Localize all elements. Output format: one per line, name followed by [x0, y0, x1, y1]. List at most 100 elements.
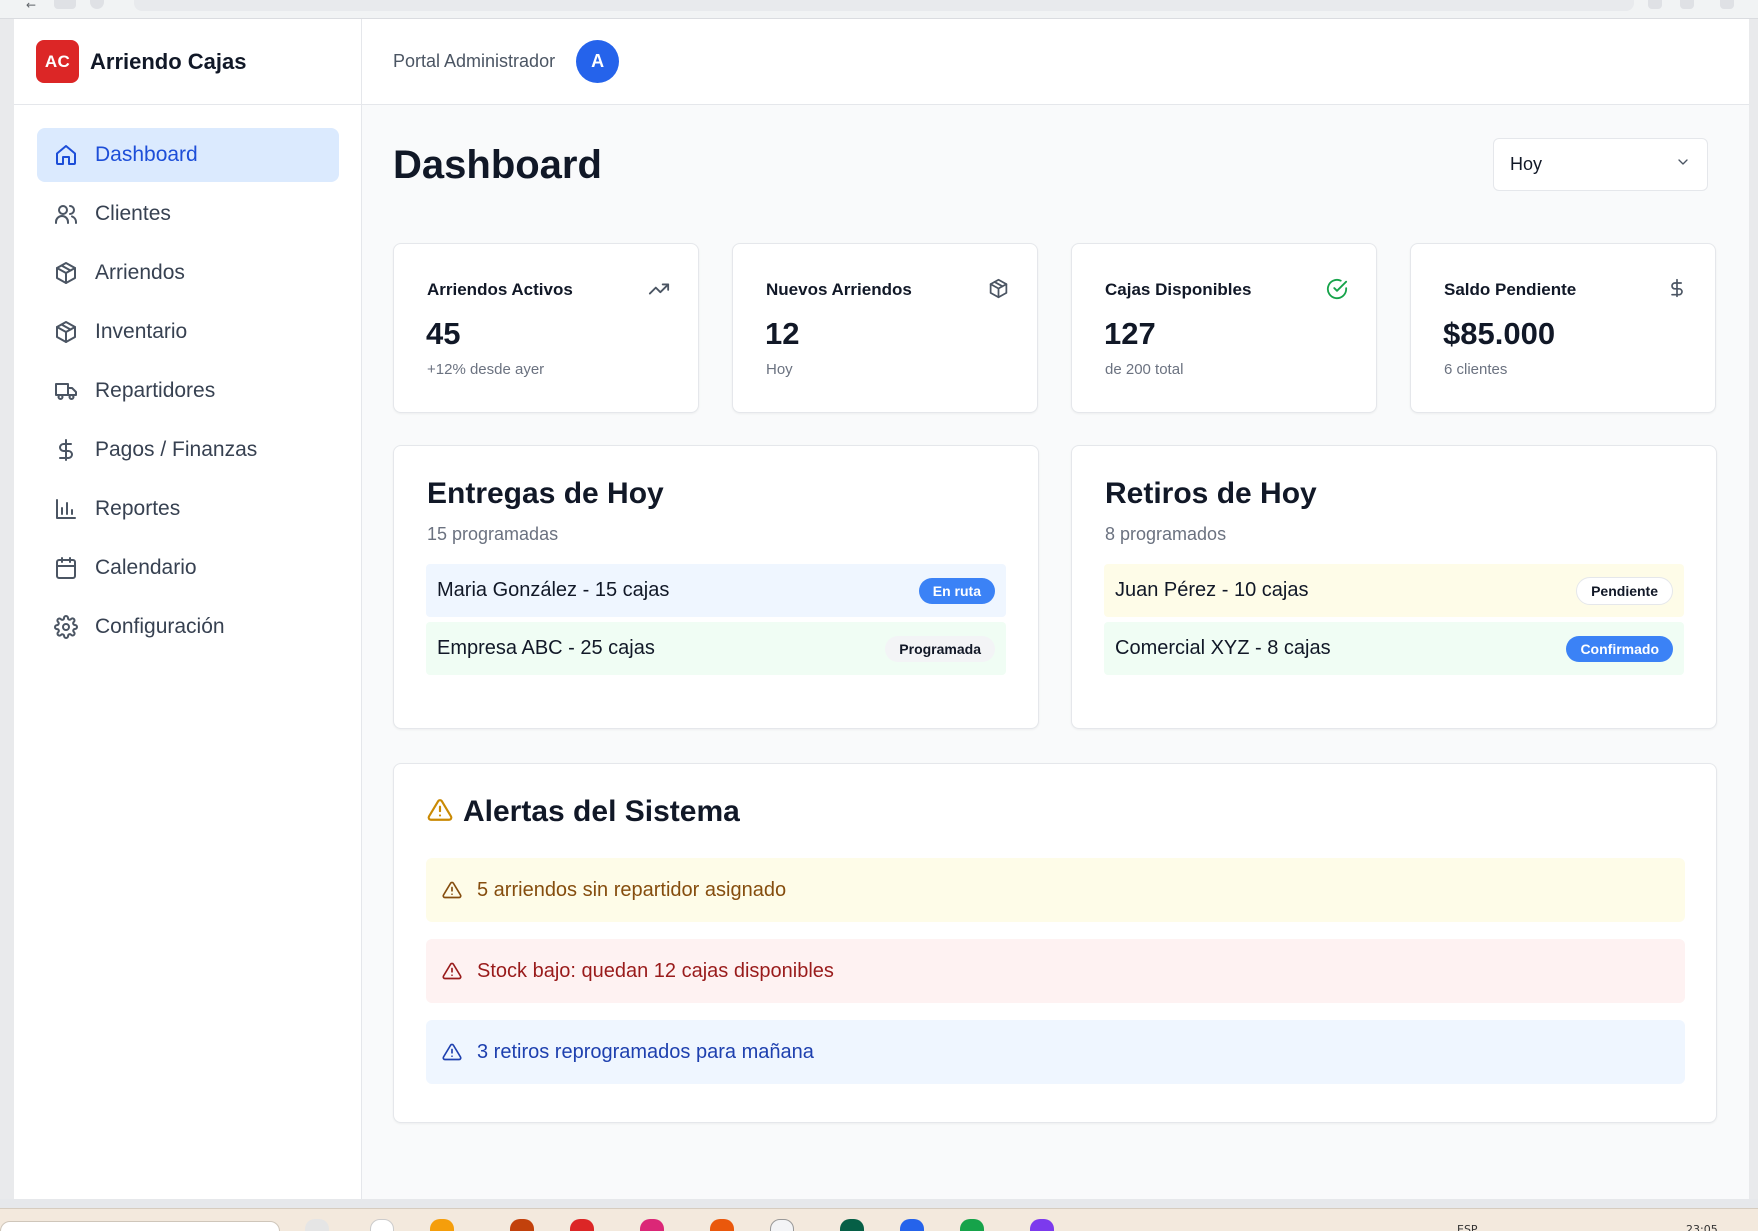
back-arrow-icon[interactable]: ← — [26, 0, 36, 12]
sidebar-item-dashboard[interactable]: Dashboard — [37, 128, 339, 182]
stat-title: Saldo Pendiente — [1444, 280, 1577, 299]
portal-label: Portal Administrador — [393, 51, 556, 71]
brand-logo: AC — [36, 40, 79, 83]
stat-sub: de 200 total — [1105, 361, 1184, 378]
sidebar-item-clientes[interactable]: Clientes — [37, 187, 339, 241]
stat-value: 127 — [1104, 316, 1156, 351]
window-left-edge — [0, 19, 14, 1199]
stat-card-cajas-disponibles: Cajas Disponibles 127 de 200 total — [1071, 243, 1377, 413]
delivery-row-text: Empresa ABC - 25 cajas — [437, 637, 655, 659]
status-badge: Pendiente — [1576, 576, 1673, 605]
taskbar-app-icon[interactable] — [840, 1219, 864, 1231]
pickups-panel: Retiros de Hoy 8 programados Juan Pérez … — [1071, 445, 1717, 729]
pickups-title: Retiros de Hoy — [1105, 477, 1317, 510]
pickup-row[interactable]: Comercial XYZ - 8 cajas Confirmado — [1104, 622, 1684, 675]
box-icon — [53, 260, 79, 286]
sidebar-item-arriendos[interactable]: Arriendos — [37, 246, 339, 300]
sidebar-item-label: Calendario — [95, 556, 197, 579]
topbar: Portal Administrador A — [362, 19, 1749, 105]
alerts-header: Alertas del Sistema — [427, 795, 740, 829]
sidebar-item-label: Arriendos — [95, 261, 185, 284]
stat-sub: 6 clientes — [1444, 361, 1508, 378]
delivery-row[interactable]: Empresa ABC - 25 cajas Programada — [426, 622, 1006, 675]
edit-icon[interactable] — [1680, 0, 1694, 9]
alert-item-info[interactable]: 3 retiros reprogramados para mañana — [426, 1020, 1685, 1084]
brand[interactable]: AC Arriendo Cajas — [14, 19, 362, 105]
dollar-icon — [1667, 278, 1687, 303]
sidebar-item-reportes[interactable]: Reportes — [37, 482, 339, 536]
taskbar-app-icon[interactable] — [960, 1219, 984, 1231]
browser-toolbar: ← — [0, 0, 1758, 19]
deliveries-title: Entregas de Hoy — [427, 477, 664, 510]
pickup-row[interactable]: Juan Pérez - 10 cajas Pendiente — [1104, 564, 1684, 617]
dollar-icon — [53, 437, 79, 463]
sidebar-item-pagos[interactable]: Pagos / Finanzas — [37, 423, 339, 477]
sidebar-item-label: Reportes — [95, 497, 181, 520]
warning-triangle-icon — [442, 961, 462, 981]
alert-text: 5 arriendos sin repartidor asignado — [477, 878, 787, 901]
forward-button[interactable] — [54, 0, 76, 9]
period-select[interactable]: Hoy — [1493, 138, 1708, 191]
taskbar-app-icon[interactable] — [510, 1219, 534, 1231]
sidebar-nav: Dashboard Clientes Arriendos Inventario — [37, 128, 339, 659]
sidebar-item-label: Dashboard — [95, 143, 198, 166]
alert-text: Stock bajo: quedan 12 cajas disponibles — [477, 959, 834, 982]
gear-icon — [53, 614, 79, 640]
taskbar-app-icon[interactable] — [305, 1219, 329, 1231]
sidebar-item-calendario[interactable]: Calendario — [37, 541, 339, 595]
sidebar-item-label: Clientes — [95, 202, 171, 225]
window-icon[interactable] — [1720, 0, 1734, 9]
taskbar-app-icon[interactable] — [570, 1219, 594, 1231]
deliveries-panel: Entregas de Hoy 15 programadas Maria Gon… — [393, 445, 1039, 729]
stat-sub: +12% desde ayer — [427, 361, 545, 378]
pickups-sub: 8 programados — [1105, 524, 1227, 544]
pickup-row-text: Comercial XYZ - 8 cajas — [1115, 637, 1331, 659]
taskbar-app-icon[interactable] — [710, 1219, 734, 1231]
calendar-icon — [53, 555, 79, 581]
status-badge: Confirmado — [1566, 635, 1673, 662]
avatar[interactable]: A — [576, 40, 620, 83]
alert-item-warning[interactable]: 5 arriendos sin repartidor asignado — [426, 858, 1685, 922]
taskbar-app-icon[interactable] — [900, 1219, 924, 1231]
sidebar: AC Arriendo Cajas Dashboard Clientes Arr… — [14, 19, 362, 1199]
alerts-panel: Alertas del Sistema 5 arriendos sin repa… — [393, 763, 1717, 1123]
stat-card-nuevos-arriendos: Nuevos Arriendos 12 Hoy — [732, 243, 1038, 413]
warning-triangle-icon — [442, 1042, 462, 1062]
taskbar-app-icon[interactable] — [1030, 1219, 1054, 1231]
taskbar-clock[interactable]: 23:05 — [1686, 1223, 1718, 1231]
warning-triangle-icon — [442, 880, 462, 900]
deliveries-sub: 15 programadas — [427, 524, 559, 544]
taskbar-language[interactable]: ESP — [1457, 1223, 1478, 1231]
trending-up-icon — [648, 278, 670, 305]
sidebar-item-label: Configuración — [95, 615, 225, 638]
box-icon — [988, 278, 1009, 304]
taskbar-app-icon[interactable] — [430, 1219, 454, 1231]
sidebar-item-inventario[interactable]: Inventario — [37, 305, 339, 359]
sidebar-item-label: Repartidores — [95, 379, 216, 402]
brand-name: Arriendo Cajas — [90, 48, 247, 74]
period-select-value: Hoy — [1510, 154, 1543, 174]
delivery-row[interactable]: Maria González - 15 cajas En ruta — [426, 564, 1006, 617]
sidebar-item-repartidores[interactable]: Repartidores — [37, 364, 339, 418]
home-icon — [53, 142, 79, 168]
box-icon — [53, 319, 79, 345]
sidebar-item-label: Pagos / Finanzas — [95, 438, 258, 461]
users-icon — [53, 201, 79, 227]
truck-icon — [53, 378, 79, 404]
taskbar-app-icon[interactable] — [370, 1219, 394, 1231]
chevron-down-icon — [1675, 154, 1691, 175]
delivery-row-text: Maria González - 15 cajas — [437, 579, 670, 601]
sidebar-item-configuracion[interactable]: Configuración — [37, 600, 339, 654]
taskbar-search[interactable] — [0, 1221, 280, 1231]
stat-value: 45 — [426, 316, 461, 351]
taskbar-app-icon[interactable] — [640, 1219, 664, 1231]
stat-card-saldo-pendiente: Saldo Pendiente $85.000 6 clientes — [1410, 243, 1716, 413]
taskbar-app-icon[interactable] — [770, 1219, 794, 1231]
address-bar[interactable] — [134, 0, 1634, 11]
reload-icon[interactable] — [90, 0, 104, 9]
alert-item-danger[interactable]: Stock bajo: quedan 12 cajas disponibles — [426, 939, 1685, 1003]
stat-title: Cajas Disponibles — [1105, 280, 1252, 299]
alert-text: 3 retiros reprogramados para mañana — [477, 1040, 814, 1063]
extension-icon[interactable] — [1648, 0, 1662, 9]
stat-sub: Hoy — [766, 361, 793, 378]
